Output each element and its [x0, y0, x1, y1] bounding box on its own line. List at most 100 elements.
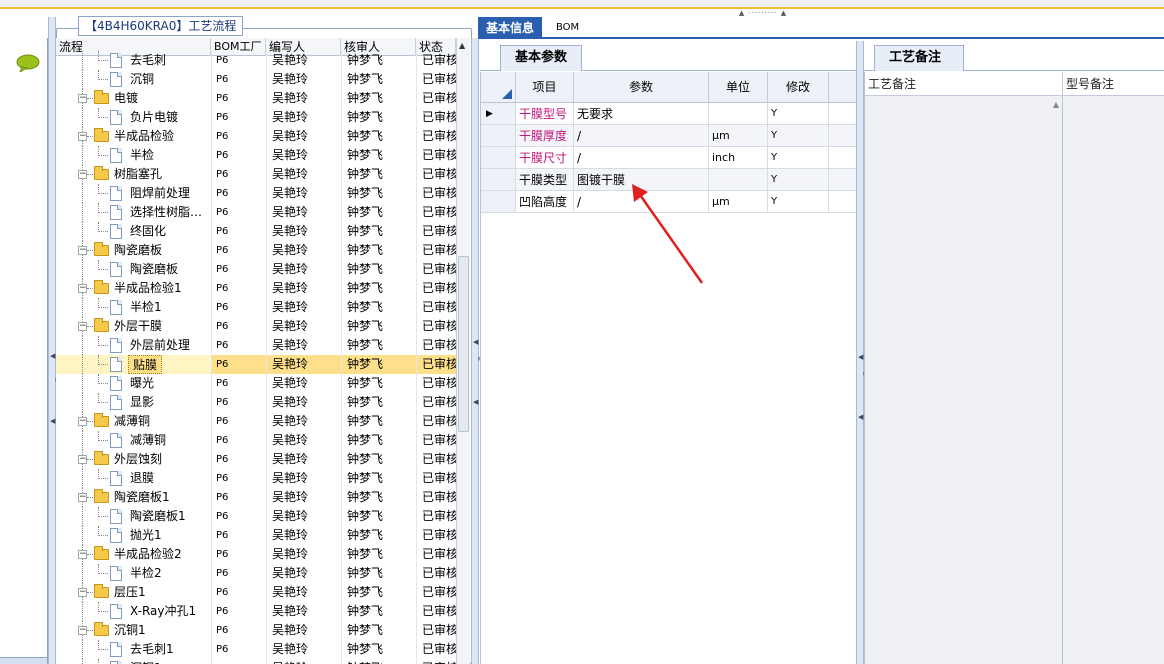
tree-scroll-thumb[interactable]	[458, 256, 469, 432]
tree-row[interactable]: 减薄铜 P6 吴艳玲 钟梦飞 已审核	[56, 431, 456, 450]
row-indicator[interactable]	[481, 169, 516, 191]
params-row[interactable]: 干膜厚度 / μm Y	[481, 125, 857, 147]
tree-row[interactable]: 外层前处理 P6 吴艳玲 钟梦飞 已审核	[56, 336, 456, 355]
tree-row[interactable]: 去毛刺1 P6 吴艳玲 钟梦飞 已审核	[56, 640, 456, 659]
tree-row[interactable]: 沉铜 P6 吴艳玲 钟梦飞 已审核	[56, 70, 456, 89]
expand-toggle-icon[interactable]: −	[78, 493, 87, 502]
col-header-model-note[interactable]: 型号备注	[1063, 72, 1164, 96]
tree-row[interactable]: X-Ray冲孔1 P6 吴艳玲 钟梦飞 已审核	[56, 602, 456, 621]
left-splitter[interactable]: ◀ ······ ◀	[48, 17, 60, 664]
tab-process-notes[interactable]: 工艺备注	[874, 45, 964, 71]
model-note-area[interactable]	[1063, 96, 1164, 664]
tree-row[interactable]: 陶瓷磨板1 P6 吴艳玲 钟梦飞 已审核	[56, 507, 456, 526]
scroll-up-arrow-icon[interactable]: ▲	[459, 41, 465, 50]
tree-row[interactable]: 负片电镀 P6 吴艳玲 钟梦飞 已审核	[56, 108, 456, 127]
expand-toggle-icon[interactable]: −	[78, 132, 87, 141]
tree-row[interactable]: − 陶瓷磨板 P6 吴艳玲 钟梦飞 已审核	[56, 241, 456, 260]
row-indicator[interactable]	[481, 125, 516, 147]
unit-cell[interactable]	[709, 169, 768, 191]
tab-bom[interactable]: BOM	[548, 17, 587, 39]
grid-corner[interactable]	[481, 72, 516, 103]
chat-bubble-icon[interactable]	[16, 54, 40, 72]
item-cell[interactable]: 凹陷高度	[516, 191, 574, 213]
tree-row[interactable]: 终固化 P6 吴艳玲 钟梦飞 已审核	[56, 222, 456, 241]
expand-toggle-icon[interactable]: −	[78, 588, 87, 597]
expand-toggle-icon[interactable]: −	[78, 284, 87, 293]
unit-cell[interactable]: μm	[709, 191, 768, 213]
collapse-left-arrow-icon[interactable]: ◀	[50, 352, 55, 360]
expand-toggle-icon[interactable]: −	[78, 170, 87, 179]
expand-notes-arrow-icon[interactable]: ◀	[858, 413, 863, 421]
item-cell[interactable]: 干膜型号	[516, 103, 574, 125]
tree-row[interactable]: 选择性树脂… P6 吴艳玲 钟梦飞 已审核	[56, 203, 456, 222]
col-header-unit[interactable]: 单位	[709, 72, 768, 103]
expand-toggle-icon[interactable]: −	[78, 322, 87, 331]
modify-cell[interactable]: Y	[768, 191, 829, 213]
tree-row[interactable]: 陶瓷磨板 P6 吴艳玲 钟梦飞 已审核	[56, 260, 456, 279]
tree-row[interactable]: 显影 P6 吴艳玲 钟梦飞 已审核	[56, 393, 456, 412]
right-splitter[interactable]: ◀ ······ ◀	[856, 41, 868, 664]
tree-scrollbar[interactable]: ▲	[456, 38, 470, 664]
modify-cell[interactable]: Y	[768, 103, 829, 125]
tree-row[interactable]: 退膜 P6 吴艳玲 钟梦飞 已审核	[56, 469, 456, 488]
collapse-tree-arrow-icon[interactable]: ◀	[473, 338, 478, 346]
notes-grid[interactable]: 工艺备注 型号备注 ▲	[864, 72, 1164, 664]
middle-splitter[interactable]: ◀ ······ ◀	[471, 38, 483, 664]
item-cell[interactable]: 干膜尺寸	[516, 147, 574, 169]
param-cell[interactable]: 无要求	[574, 103, 709, 125]
tree-row[interactable]: − 半成品检验1 P6 吴艳玲 钟梦飞 已审核	[56, 279, 456, 298]
item-cell[interactable]: 干膜类型	[516, 169, 574, 191]
params-row[interactable]: 干膜尺寸 / inch Y	[481, 147, 857, 169]
tree-row[interactable]: − 树脂塞孔 P6 吴艳玲 钟梦飞 已审核	[56, 165, 456, 184]
unit-cell[interactable]: μm	[709, 125, 768, 147]
col-header-modify[interactable]: 修改	[768, 72, 829, 103]
tree-row[interactable]: − 半成品检验2 P6 吴艳玲 钟梦飞 已审核	[56, 545, 456, 564]
tree-row[interactable]: − 半成品检验 P6 吴艳玲 钟梦飞 已审核	[56, 127, 456, 146]
tab-basic-info[interactable]: 基本信息	[478, 17, 543, 39]
expand-toggle-icon[interactable]: −	[78, 246, 87, 255]
col-header-param[interactable]: 参数	[574, 72, 709, 103]
expand-toggle-icon[interactable]: −	[78, 550, 87, 559]
params-grid[interactable]: 项目 参数 单位 修改 ▶ 干膜型号 无要求 Y 干膜厚度 / μm Y 干膜尺寸 / inch Y 干…	[480, 72, 857, 664]
modify-cell[interactable]: Y	[768, 147, 829, 169]
process-note-area[interactable]: ▲	[865, 96, 1063, 664]
tree-row[interactable]: 阻焊前处理 P6 吴艳玲 钟梦飞 已审核	[56, 184, 456, 203]
modify-cell[interactable]: Y	[768, 125, 829, 147]
unit-cell[interactable]	[709, 103, 768, 125]
tree-row[interactable]: − 沉铜1 P6 吴艳玲 钟梦飞 已审核	[56, 621, 456, 640]
param-cell[interactable]: /	[574, 125, 709, 147]
expand-toggle-icon[interactable]: −	[78, 455, 87, 464]
tree-row[interactable]: − 电镀 P6 吴艳玲 钟梦飞 已审核	[56, 89, 456, 108]
expand-toggle-icon[interactable]: −	[78, 626, 87, 635]
expand-toggle-icon[interactable]: −	[78, 94, 87, 103]
top-splitter-grip[interactable]: ▲ ········· ▲	[728, 9, 798, 17]
params-row[interactable]: ▶ 干膜型号 无要求 Y	[481, 103, 857, 125]
param-cell[interactable]: /	[574, 147, 709, 169]
row-indicator[interactable]: ▶	[481, 103, 516, 125]
col-header-item[interactable]: 项目	[516, 72, 574, 103]
row-indicator[interactable]	[481, 147, 516, 169]
tree-row[interactable]: − 层压1 P6 吴艳玲 钟梦飞 已审核	[56, 583, 456, 602]
expand-toggle-icon[interactable]: −	[78, 417, 87, 426]
tree-row[interactable]: − 外层干膜 P6 吴艳玲 钟梦飞 已审核	[56, 317, 456, 336]
notes-scroll-up-icon[interactable]: ▲	[1053, 100, 1059, 109]
row-indicator[interactable]	[481, 191, 516, 213]
tree-row[interactable]: − 陶瓷磨板1 P6 吴艳玲 钟梦飞 已审核	[56, 488, 456, 507]
tree-row[interactable]: − 减薄铜 P6 吴艳玲 钟梦飞 已审核	[56, 412, 456, 431]
tree-row[interactable]: 贴膜 P6 吴艳玲 钟梦飞 已审核	[56, 355, 456, 374]
tree-row[interactable]: − 外层蚀刻 P6 吴艳玲 钟梦飞 已审核	[56, 450, 456, 469]
expand-left-arrow-icon[interactable]: ◀	[50, 417, 55, 425]
modify-cell[interactable]: Y	[768, 169, 829, 191]
process-tree[interactable]: 流程 BOM工厂 编写人 核审人 状态 去毛刺 P6 吴艳玲 钟梦飞 已审核 沉铜 P6 吴艳…	[56, 38, 456, 664]
item-cell[interactable]: 干膜厚度	[516, 125, 574, 147]
collapse-notes-arrow-icon[interactable]: ◀	[858, 353, 863, 361]
tree-row[interactable]: 半检1 P6 吴艳玲 钟梦飞 已审核	[56, 298, 456, 317]
tree-row[interactable]: 沉铜1 P6吴艳玲钟梦飞已审核	[56, 659, 456, 664]
tree-row[interactable]: 去毛刺 P6 吴艳玲 钟梦飞 已审核	[56, 51, 456, 70]
tree-row[interactable]: 抛光1 P6 吴艳玲 钟梦飞 已审核	[56, 526, 456, 545]
col-header-process-note[interactable]: 工艺备注	[865, 72, 1063, 96]
unit-cell[interactable]: inch	[709, 147, 768, 169]
expand-tree-arrow-icon[interactable]: ◀	[473, 398, 478, 406]
tab-basic-params[interactable]: 基本参数	[500, 45, 583, 71]
tree-row[interactable]: 半检2 P6 吴艳玲 钟梦飞 已审核	[56, 564, 456, 583]
